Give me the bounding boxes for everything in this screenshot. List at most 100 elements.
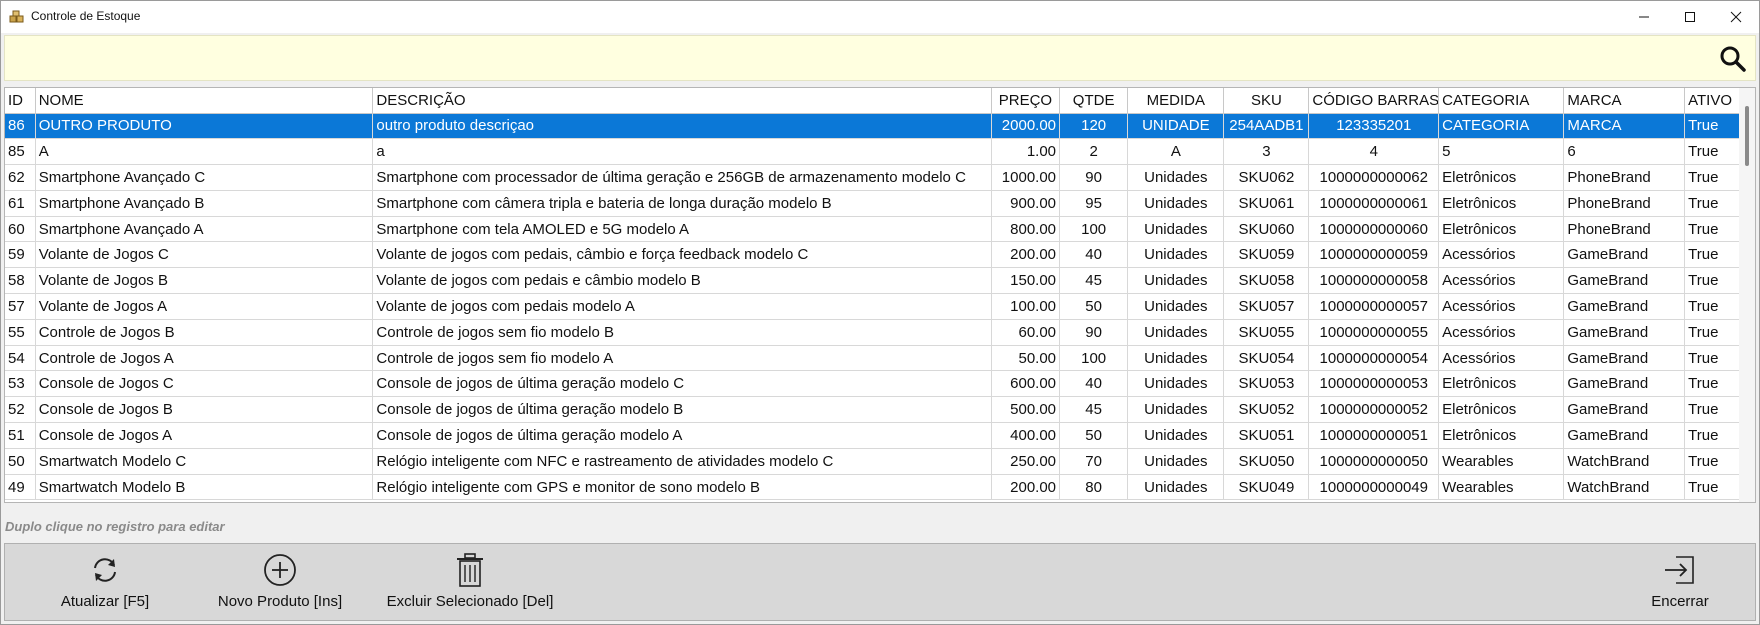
bottom-toolbar: Atualizar [F5] Novo Produto [Ins] Exclui… bbox=[4, 543, 1756, 621]
scrollbar-thumb[interactable] bbox=[1745, 106, 1749, 166]
column-header-preco[interactable]: PREÇO bbox=[991, 88, 1061, 114]
table-row[interactable]: 86 OUTRO PRODUTO outro produto descriçao 20… bbox=[5, 113, 1740, 140]
cell-descricao: Smartphone com processador de última ger… bbox=[372, 164, 992, 191]
cell-sku: SKU061 bbox=[1223, 190, 1310, 217]
column-header-categoria[interactable]: CATEGORIA bbox=[1438, 88, 1565, 114]
cell-medida: Unidades bbox=[1127, 370, 1225, 398]
cell-ativo: True bbox=[1684, 216, 1740, 243]
cell-marca: GameBrand bbox=[1563, 293, 1686, 320]
cell-categoria: Eletrônicos bbox=[1438, 370, 1565, 398]
table-row[interactable]: 59 Volante de Jogos C Volante de jogos com… bbox=[5, 241, 1740, 269]
column-header-marca[interactable]: MARCA bbox=[1563, 88, 1686, 114]
cell-ativo: True bbox=[1684, 474, 1740, 501]
products-grid[interactable]: ID NOME DESCRIÇÃO PREÇO QTDE MEDIDA SKU CÓDIGO … bbox=[4, 87, 1756, 503]
cell-marca: MARCA bbox=[1563, 113, 1686, 140]
cell-preco: 50.00 bbox=[991, 345, 1061, 372]
cell-nome: Console de Jogos A bbox=[35, 422, 374, 449]
cell-medida: Unidades bbox=[1127, 345, 1225, 372]
cell-codigo-barras: 1000000000051 bbox=[1308, 422, 1440, 449]
column-header-medida[interactable]: MEDIDA bbox=[1127, 88, 1225, 114]
cell-nome: A bbox=[35, 138, 374, 166]
cell-ativo: True bbox=[1684, 190, 1740, 217]
cell-codigo-barras: 1000000000059 bbox=[1308, 241, 1440, 269]
cell-sku: SKU058 bbox=[1223, 267, 1310, 295]
cell-descricao: Controle de jogos sem fio modelo A bbox=[372, 345, 992, 372]
cell-preco: 800.00 bbox=[991, 216, 1061, 243]
exit-button[interactable]: Encerrar bbox=[1625, 544, 1735, 620]
column-header-id[interactable]: ID bbox=[5, 88, 36, 114]
table-row[interactable]: 85 Aa 1.00 2 A 3 4 5 6 True bbox=[5, 138, 1740, 166]
edit-hint: Duplo clique no registro para editar bbox=[5, 519, 225, 534]
cell-nome: Volante de Jogos B bbox=[35, 267, 374, 295]
cell-qtde: 90 bbox=[1059, 319, 1129, 346]
search-icon[interactable] bbox=[1719, 45, 1747, 73]
cell-qtde: 45 bbox=[1059, 396, 1129, 424]
cell-preco: 150.00 bbox=[991, 267, 1061, 295]
table-row[interactable]: 55 Controle de Jogos B Controle de jogos s… bbox=[5, 319, 1740, 346]
new-product-button[interactable]: Novo Produto [Ins] bbox=[200, 544, 360, 620]
column-header-sku[interactable]: SKU bbox=[1223, 88, 1310, 114]
cell-id: 55 bbox=[5, 319, 36, 346]
cell-descricao: Volante de jogos com pedais modelo A bbox=[372, 293, 992, 320]
cell-categoria: Acessórios bbox=[1438, 293, 1565, 320]
table-row[interactable]: 54 Controle de Jogos A Controle de jogos s… bbox=[5, 345, 1740, 372]
cell-codigo-barras: 1000000000053 bbox=[1308, 370, 1440, 398]
column-header-nome[interactable]: NOME bbox=[35, 88, 374, 114]
header-row: ID NOME DESCRIÇÃO PREÇO QTDE MEDIDA SKU CÓDIGO … bbox=[5, 88, 1740, 114]
cell-sku: SKU060 bbox=[1223, 216, 1310, 243]
cell-nome: Volante de Jogos C bbox=[35, 241, 374, 269]
cell-qtde: 45 bbox=[1059, 267, 1129, 295]
delete-selected-button[interactable]: Excluir Selecionado [Del] bbox=[375, 544, 565, 620]
cell-codigo-barras: 1000000000057 bbox=[1308, 293, 1440, 320]
table-row[interactable]: 53 Console de Jogos C Console de jogos de … bbox=[5, 370, 1740, 398]
table-row[interactable]: 58 Volante de Jogos B Volante de jogos com… bbox=[5, 267, 1740, 295]
cell-medida: Unidades bbox=[1127, 164, 1225, 191]
column-header-codigo-barras[interactable]: CÓDIGO BARRAS bbox=[1308, 88, 1440, 114]
cell-categoria: Wearables bbox=[1438, 474, 1565, 501]
cell-nome: OUTRO PRODUTO bbox=[35, 113, 374, 140]
cell-codigo-barras: 1000000000049 bbox=[1308, 474, 1440, 501]
exit-icon bbox=[1665, 556, 1694, 584]
maximize-button[interactable] bbox=[1667, 1, 1713, 33]
column-header-ativo[interactable]: ATIVO bbox=[1684, 88, 1740, 114]
cell-id: 49 bbox=[5, 474, 36, 501]
column-header-descricao[interactable]: DESCRIÇÃO bbox=[372, 88, 992, 114]
cell-medida: A bbox=[1127, 138, 1225, 166]
table-row[interactable]: 49 Smartwatch Modelo B Relógio inteligente… bbox=[5, 474, 1740, 501]
cell-marca: PhoneBrand bbox=[1563, 164, 1686, 191]
cell-sku: SKU054 bbox=[1223, 345, 1310, 372]
cell-codigo-barras: 1000000000052 bbox=[1308, 396, 1440, 424]
refresh-button[interactable]: Atualizar [F5] bbox=[35, 544, 175, 620]
cell-id: 57 bbox=[5, 293, 36, 320]
table-row[interactable]: 57 Volante de Jogos A Volante de jogos com… bbox=[5, 293, 1740, 320]
column-header-qtde[interactable]: QTDE bbox=[1059, 88, 1129, 114]
cell-ativo: True bbox=[1684, 113, 1740, 140]
cell-codigo-barras: 1000000000050 bbox=[1308, 448, 1440, 475]
table-row[interactable]: 51 Console de Jogos A Console de jogos de … bbox=[5, 422, 1740, 449]
cell-id: 50 bbox=[5, 448, 36, 475]
cell-nome: Console de Jogos C bbox=[35, 370, 374, 398]
cell-id: 61 bbox=[5, 190, 36, 217]
cell-descricao: Relógio inteligente com GPS e monitor de… bbox=[372, 474, 992, 501]
table-row[interactable]: 50 Smartwatch Modelo C Relógio inteligente… bbox=[5, 448, 1740, 475]
cell-qtde: 40 bbox=[1059, 241, 1129, 269]
cell-ativo: True bbox=[1684, 293, 1740, 320]
cell-sku: 254AADB1 bbox=[1223, 113, 1310, 140]
cell-id: 85 bbox=[5, 138, 36, 166]
cell-nome: Controle de Jogos A bbox=[35, 345, 374, 372]
table-row[interactable]: 60 Smartphone Avançado A Smartphone com te… bbox=[5, 216, 1740, 243]
cell-sku: SKU052 bbox=[1223, 396, 1310, 424]
cell-preco: 100.00 bbox=[991, 293, 1061, 320]
cell-ativo: True bbox=[1684, 422, 1740, 449]
search-input[interactable] bbox=[11, 44, 1711, 72]
cell-marca: GameBrand bbox=[1563, 345, 1686, 372]
close-button[interactable] bbox=[1713, 1, 1759, 33]
cell-descricao: Smartphone com tela AMOLED e 5G modelo A bbox=[372, 216, 992, 243]
vertical-scrollbar[interactable] bbox=[1739, 88, 1755, 502]
refresh-icon bbox=[94, 558, 116, 582]
cell-medida: Unidades bbox=[1127, 216, 1225, 243]
minimize-button[interactable] bbox=[1621, 1, 1667, 33]
table-row[interactable]: 62 Smartphone Avançado C Smartphone com pr… bbox=[5, 164, 1740, 191]
table-row[interactable]: 52 Console de Jogos B Console de jogos de … bbox=[5, 396, 1740, 424]
table-row[interactable]: 61 Smartphone Avançado B Smartphone com câ… bbox=[5, 190, 1740, 217]
